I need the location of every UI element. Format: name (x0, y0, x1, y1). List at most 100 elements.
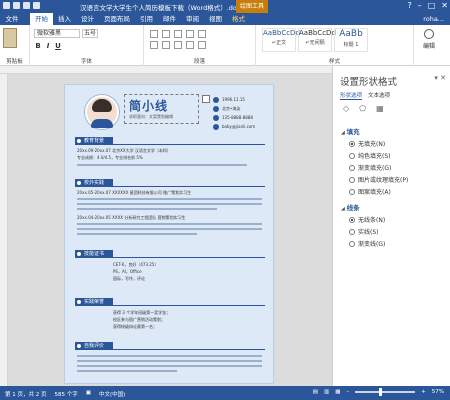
tab-format[interactable]: 格式 (227, 13, 250, 25)
location: 北京•海淀 (222, 105, 241, 111)
zoom-level[interactable]: 57% (432, 389, 444, 395)
document-area[interactable]: 简小线 求职意向：文案策划编辑 1996.11.15 北京•海淀 135-888… (8, 74, 332, 386)
skill-3: 国际，写作，评论 (113, 276, 145, 281)
tab-page-layout[interactable]: 页面布局 (99, 13, 135, 25)
format-shape-pane: 设置形状格式 ▾ ✕ 形状选项 文本选项 ◇ ⬠ ▦ 填充 无填充(N) 纯色填… (332, 66, 450, 386)
tab-references[interactable]: 引用 (135, 13, 158, 25)
fill-none-option[interactable]: 无填充(N) (349, 139, 385, 148)
style-no-spacing[interactable]: AaBbCcDd ↵无间隔 (298, 28, 336, 52)
numbering-icon[interactable] (162, 30, 170, 38)
fill-solid-option[interactable]: 纯色填充(S) (349, 151, 391, 160)
print-layout-icon[interactable]: ▥ (324, 389, 329, 395)
tab-shape-options[interactable]: 形状选项 (340, 91, 363, 100)
paste-button[interactable] (3, 28, 17, 48)
tab-review[interactable]: 审阅 (181, 13, 204, 25)
style-heading-1-name: 标题 1 (343, 42, 359, 48)
fill-section-header[interactable]: 填充 (341, 126, 360, 136)
context-tab-drawing-tools: 绘图工具 (236, 0, 268, 13)
redo-icon[interactable] (33, 2, 40, 9)
skill-2: PS，AI，Office (113, 269, 142, 274)
user-account[interactable]: roha... (423, 13, 444, 25)
align-right-icon[interactable] (174, 41, 182, 49)
section-skills-title: 技能证书 (75, 250, 113, 258)
horizontal-ruler[interactable] (0, 66, 332, 74)
resume-page[interactable]: 简小线 求职意向：文案策划编辑 1996.11.15 北京•海淀 135-888… (64, 84, 274, 384)
profile-photo[interactable] (85, 95, 119, 129)
align-left-icon[interactable] (150, 41, 158, 49)
contact-info: 1996.11.15 北京•海淀 135-8888-8888 baby@jian… (213, 95, 255, 131)
maximize-icon[interactable]: □ (428, 1, 436, 11)
layout-options-icon[interactable] (202, 95, 210, 103)
line-solid-option[interactable]: 实线(S) (349, 227, 379, 236)
decrease-indent-icon[interactable] (186, 30, 194, 38)
text-line (77, 164, 247, 166)
line-section-header[interactable]: 线条 (341, 202, 360, 212)
bold-button[interactable]: B (34, 42, 42, 51)
radio-icon (349, 228, 355, 235)
vertical-ruler[interactable] (0, 74, 8, 386)
line-gradient-option[interactable]: 渐变线(G) (349, 239, 385, 248)
tab-file[interactable]: 文件 (0, 13, 24, 25)
text-line (77, 203, 262, 205)
education-detail: 专业成绩：4.0/4.5，专业排名前 5% (77, 155, 143, 160)
paragraph-group-label: 段落 (193, 59, 205, 65)
multilevel-list-icon[interactable] (174, 30, 182, 38)
fill-line-icon[interactable]: ◇ (343, 104, 349, 113)
text-line (77, 208, 217, 210)
save-icon[interactable] (13, 2, 20, 9)
tab-mailings[interactable]: 邮件 (158, 13, 181, 25)
edit-button[interactable]: 编辑 (418, 28, 440, 52)
undo-icon[interactable] (23, 2, 30, 9)
style-normal-name: ↵正文 (271, 40, 287, 46)
quick-access-toolbar (3, 2, 40, 9)
zoom-out-icon[interactable]: – (346, 389, 349, 395)
text-line (77, 223, 262, 225)
fill-pattern-option[interactable]: 图案填充(A) (349, 187, 391, 196)
justify-icon[interactable] (186, 41, 194, 49)
pane-close-icon[interactable]: ▾ ✕ (434, 74, 446, 82)
bullets-icon[interactable] (150, 30, 158, 38)
resume-name[interactable]: 简小线 (129, 97, 168, 114)
name-textbox-selected[interactable]: 简小线 求职意向：文案策划编辑 (124, 94, 199, 124)
read-mode-icon[interactable]: ▤ (313, 389, 318, 395)
word-count[interactable]: 585 个字 (55, 390, 78, 398)
zoom-slider[interactable] (355, 388, 416, 396)
font-name-select[interactable]: 微软雅黑 (34, 29, 80, 38)
increase-indent-icon[interactable] (198, 30, 206, 38)
line-spacing-icon[interactable] (198, 41, 206, 49)
proofing-icon[interactable]: ▣ (86, 390, 91, 398)
fill-gradient-option[interactable]: 渐变填充(G) (349, 163, 391, 172)
tab-home[interactable]: 开始 (30, 13, 53, 25)
tab-view[interactable]: 视图 (204, 13, 227, 25)
font-size-select[interactable]: 五号 (82, 29, 98, 38)
award-1: 获得 3 个学年班级第一奖学金； (113, 310, 171, 315)
italic-button[interactable]: I (44, 42, 52, 51)
close-icon[interactable]: ✕ (441, 1, 448, 11)
skill-1: CET-6，良好（473.25） (113, 262, 159, 267)
email-icon (213, 123, 219, 130)
job-intention[interactable]: 求职意向：文案策划编辑 (129, 114, 173, 120)
birth-date: 1996.11.15 (222, 97, 245, 102)
award-2: 校区参与国广营销活动策划； (113, 317, 165, 322)
web-layout-icon[interactable]: ▦ (335, 389, 340, 395)
effects-icon[interactable]: ⬠ (359, 104, 366, 113)
language[interactable]: 中文(中国) (99, 390, 125, 398)
style-heading-1[interactable]: AaBb 标题 1 (334, 28, 368, 52)
zoom-in-icon[interactable]: + (421, 389, 426, 395)
size-properties-icon[interactable]: ▦ (376, 104, 384, 113)
tab-text-options[interactable]: 文本选项 (368, 91, 390, 100)
radio-icon (349, 164, 355, 171)
align-center-icon[interactable] (162, 41, 170, 49)
styles-group: AaBbCcDd ↵正文 AaBbCcDd ↵无间隔 AaBb 标题 1 样式 (256, 25, 414, 66)
text-line (77, 355, 262, 357)
line-none-option[interactable]: 无线条(N) (349, 215, 385, 224)
tab-design[interactable]: 设计 (76, 13, 99, 25)
underline-button[interactable]: U (54, 42, 62, 51)
section-education: 教育背景 (75, 137, 265, 145)
tab-insert[interactable]: 插入 (53, 13, 76, 25)
style-normal[interactable]: AaBbCcDd ↵正文 (262, 28, 300, 52)
fill-picture-option[interactable]: 图片或纹理填充(P) (349, 175, 408, 184)
page-count[interactable]: 第 1 页，共 2 页 (5, 390, 47, 398)
minimize-icon[interactable]: – (418, 1, 422, 11)
help-icon[interactable]: ? (407, 1, 411, 11)
